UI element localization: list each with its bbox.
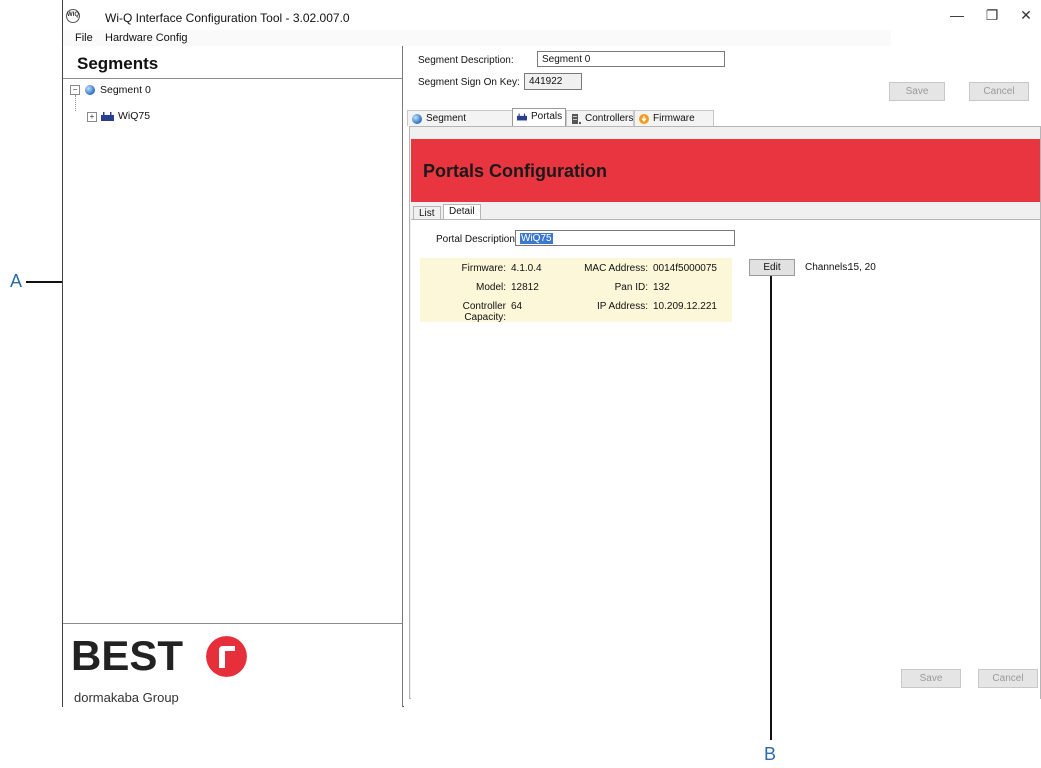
segment-save-button[interactable]: Save: [889, 82, 945, 101]
close-button[interactable]: ✕: [1012, 4, 1040, 26]
edit-channels-button[interactable]: Edit: [749, 259, 795, 276]
portal-info-box: Firmware: 4.1.0.4 Model: 12812 Controlle…: [420, 258, 732, 323]
controller-icon: [572, 114, 581, 124]
portal-description-value: WiQ75: [520, 233, 553, 244]
tree-item-wiq75[interactable]: WiQ75: [118, 110, 150, 122]
callout-a-label: A: [10, 271, 23, 291]
menu-hardware-config[interactable]: Hardware Config: [105, 32, 188, 44]
collapse-icon[interactable]: −: [70, 85, 80, 95]
tab-label: Portals: [531, 111, 563, 122]
firmware-value: 4.1.0.4: [511, 263, 542, 274]
segment-sign-on-key-label: Segment Sign On Key:: [418, 77, 520, 88]
portal-description-field[interactable]: WiQ75: [515, 230, 735, 246]
subtab-detail[interactable]: Detail: [443, 204, 481, 220]
brand-logo-area: BEST dormakaba Group: [63, 624, 402, 707]
portal-icon: [517, 113, 527, 121]
segments-heading: Segments: [77, 54, 159, 73]
tab-controllers[interactable]: Controllers: [566, 110, 634, 126]
portal-cancel-button[interactable]: Cancel: [978, 669, 1038, 688]
mac-address-value: 0014f5000075: [653, 263, 717, 274]
ip-address-value: 10.209.12.221: [653, 301, 717, 312]
channels-label: Channels:: [805, 262, 851, 273]
window-title: Wi-Q Interface Configuration Tool - 3.02…: [105, 11, 350, 25]
controller-capacity-label: Controller Capacity:: [462, 301, 506, 323]
firmware-icon: [639, 114, 649, 124]
tab-segment-credentials[interactable]: Segment Credentials: [407, 110, 513, 139]
portal-icon: [101, 112, 114, 121]
subtab-list[interactable]: List: [413, 206, 441, 220]
menu-file[interactable]: File: [75, 32, 93, 44]
menu-bar: File Hardware Config: [63, 30, 891, 46]
dormakaba-group-text: dormakaba Group: [74, 690, 179, 705]
segment-tree[interactable]: − Segment 0 + WiQ75: [63, 78, 402, 624]
expand-icon[interactable]: +: [87, 112, 97, 122]
tab-firmware-files[interactable]: Firmware Files: [634, 110, 714, 139]
tab-label: Controllers: [585, 113, 634, 124]
pan-id-label: Pan ID:: [614, 282, 648, 293]
model-value: 12812: [511, 282, 539, 293]
details-pane: Segment Description: Segment 0 Segment S…: [404, 46, 1041, 707]
callout-b-line: [770, 276, 772, 740]
ip-address-label: IP Address:: [597, 301, 648, 312]
tree-connector: [75, 95, 76, 111]
segment-cancel-button[interactable]: Cancel: [969, 82, 1029, 101]
title-bar: WIQ Wi-Q Interface Configuration Tool - …: [63, 0, 1041, 30]
portals-banner: Portals Configuration: [411, 139, 1040, 202]
tab-portals[interactable]: Portals: [512, 108, 566, 126]
portals-tab-content: Portals Configuration List Detail Portal…: [409, 126, 1041, 699]
best-logo-icon: [206, 636, 247, 677]
model-label: Model:: [475, 282, 506, 293]
portal-detail-panel: Portal Description: WiQ75 Firmware: 4.1.…: [411, 219, 1040, 699]
pan-id-value: 132: [653, 282, 670, 293]
mac-address-label: MAC Address:: [584, 263, 648, 274]
app-icon: WIQ: [66, 9, 80, 23]
tree-item-segment-0[interactable]: Segment 0: [100, 84, 151, 96]
channels-value: 15, 20: [848, 262, 876, 273]
firmware-label: Firmware:: [461, 263, 506, 274]
page-title: Portals Configuration: [423, 161, 607, 181]
best-logo-text: BEST: [71, 632, 184, 679]
segments-pane: Segments − Segment 0 + WiQ75 BEST dormak…: [63, 46, 403, 707]
globe-icon: [85, 85, 95, 95]
callout-b-label: B: [764, 744, 777, 764]
globe-icon: [412, 114, 422, 124]
segment-description-field[interactable]: Segment 0: [537, 51, 725, 67]
portal-description-label: Portal Description:: [436, 234, 518, 245]
restore-button[interactable]: ❐: [978, 4, 1006, 26]
controller-capacity-value: 64: [511, 301, 523, 312]
minimize-button[interactable]: —: [943, 4, 971, 26]
app-window: WIQ Wi-Q Interface Configuration Tool - …: [62, 0, 1041, 707]
segment-description-label: Segment Description:: [418, 55, 514, 66]
main-tabs: Segment Credentials Portals Controllers: [404, 108, 1041, 139]
portal-save-button[interactable]: Save: [901, 669, 961, 688]
segment-sign-on-key-field: 441922: [524, 73, 582, 90]
